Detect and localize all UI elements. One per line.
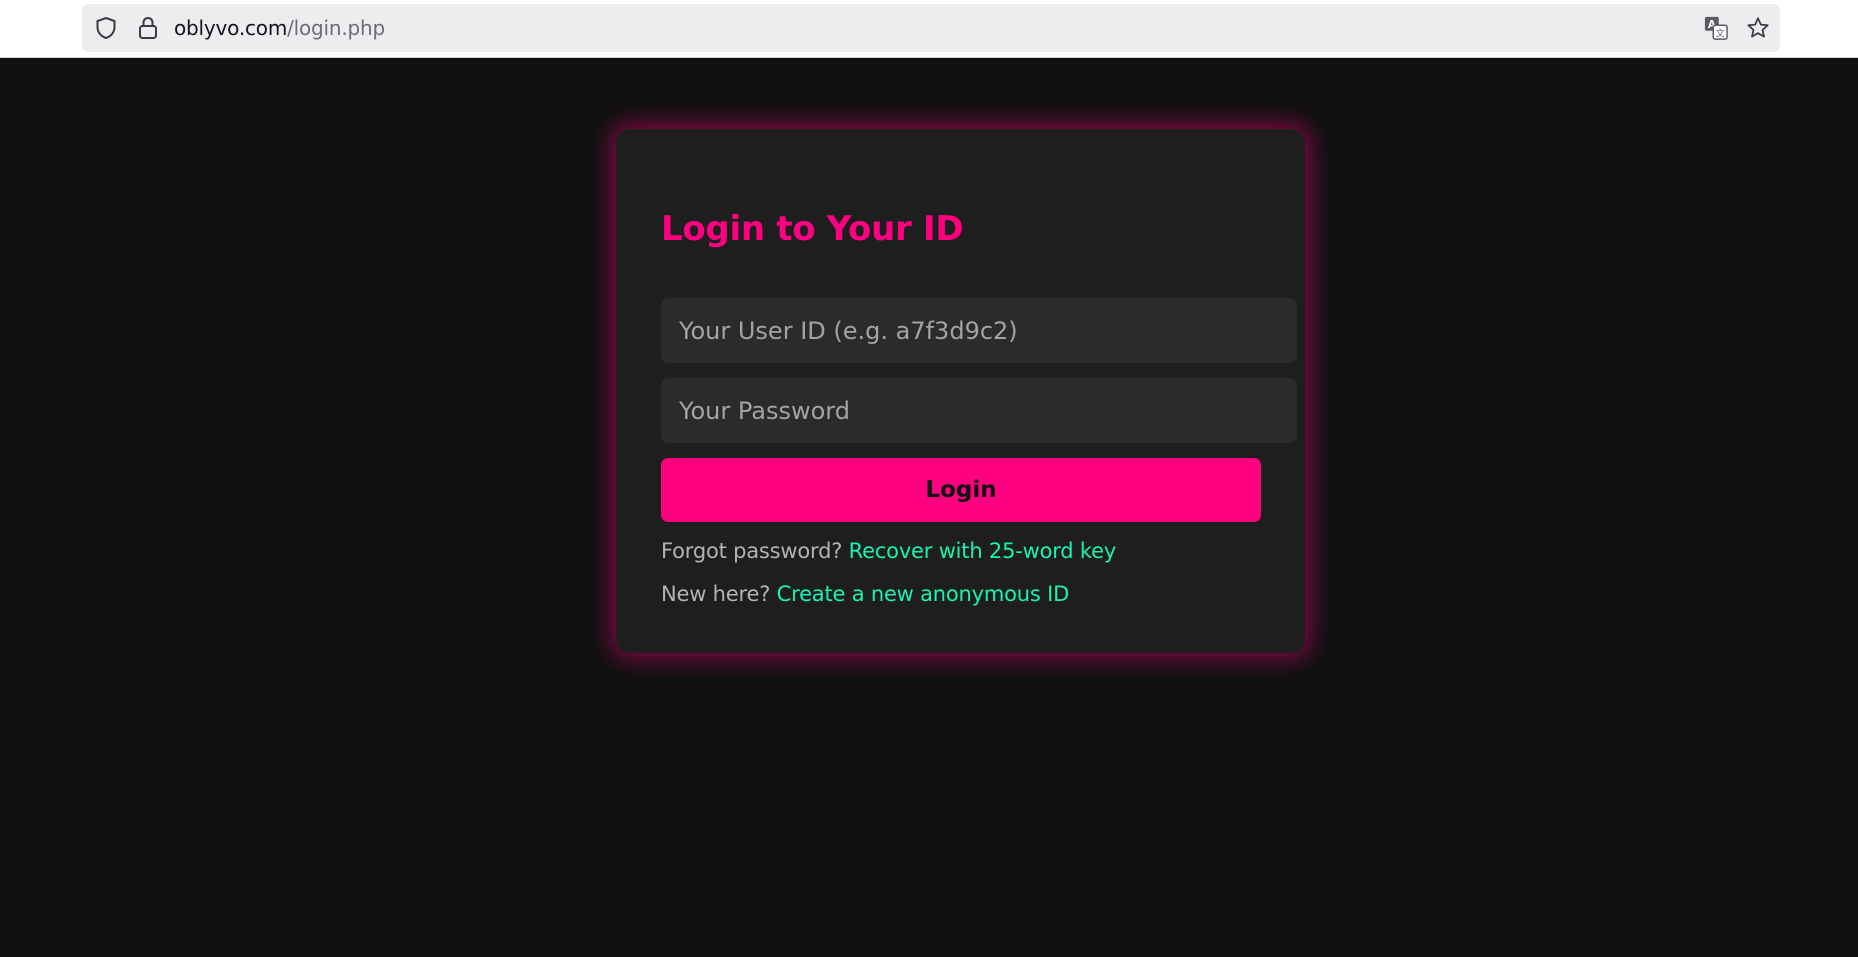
shield-icon[interactable] bbox=[94, 16, 118, 40]
url-text[interactable]: oblyvo.com/login.php bbox=[174, 16, 385, 40]
address-bar[interactable]: oblyvo.com/login.php A 文 bbox=[82, 4, 1780, 52]
forgot-password-line: Forgot password? Recover with 25-word ke… bbox=[661, 539, 1116, 563]
address-bar-actions: A 文 bbox=[1704, 4, 1770, 52]
login-card: Login to Your ID Login Forgot password? … bbox=[616, 129, 1305, 653]
login-button[interactable]: Login bbox=[661, 458, 1261, 522]
url-path: /login.php bbox=[287, 16, 386, 40]
star-icon[interactable] bbox=[1746, 16, 1770, 40]
recover-key-link[interactable]: Recover with 25-word key bbox=[849, 539, 1117, 563]
password-input[interactable] bbox=[661, 378, 1297, 443]
new-account-line: New here? Create a new anonymous ID bbox=[661, 582, 1069, 606]
forgot-password-prefix: Forgot password? bbox=[661, 539, 843, 563]
browser-toolbar: oblyvo.com/login.php A 文 bbox=[0, 0, 1858, 58]
user-id-input[interactable] bbox=[661, 298, 1297, 363]
url-host: oblyvo.com bbox=[174, 16, 288, 40]
login-title: Login to Your ID bbox=[661, 209, 964, 249]
lock-icon[interactable] bbox=[136, 16, 160, 40]
create-id-link[interactable]: Create a new anonymous ID bbox=[777, 582, 1070, 606]
svg-text:文: 文 bbox=[1716, 27, 1725, 39]
translate-icon[interactable]: A 文 bbox=[1704, 16, 1728, 40]
new-account-prefix: New here? bbox=[661, 582, 771, 606]
